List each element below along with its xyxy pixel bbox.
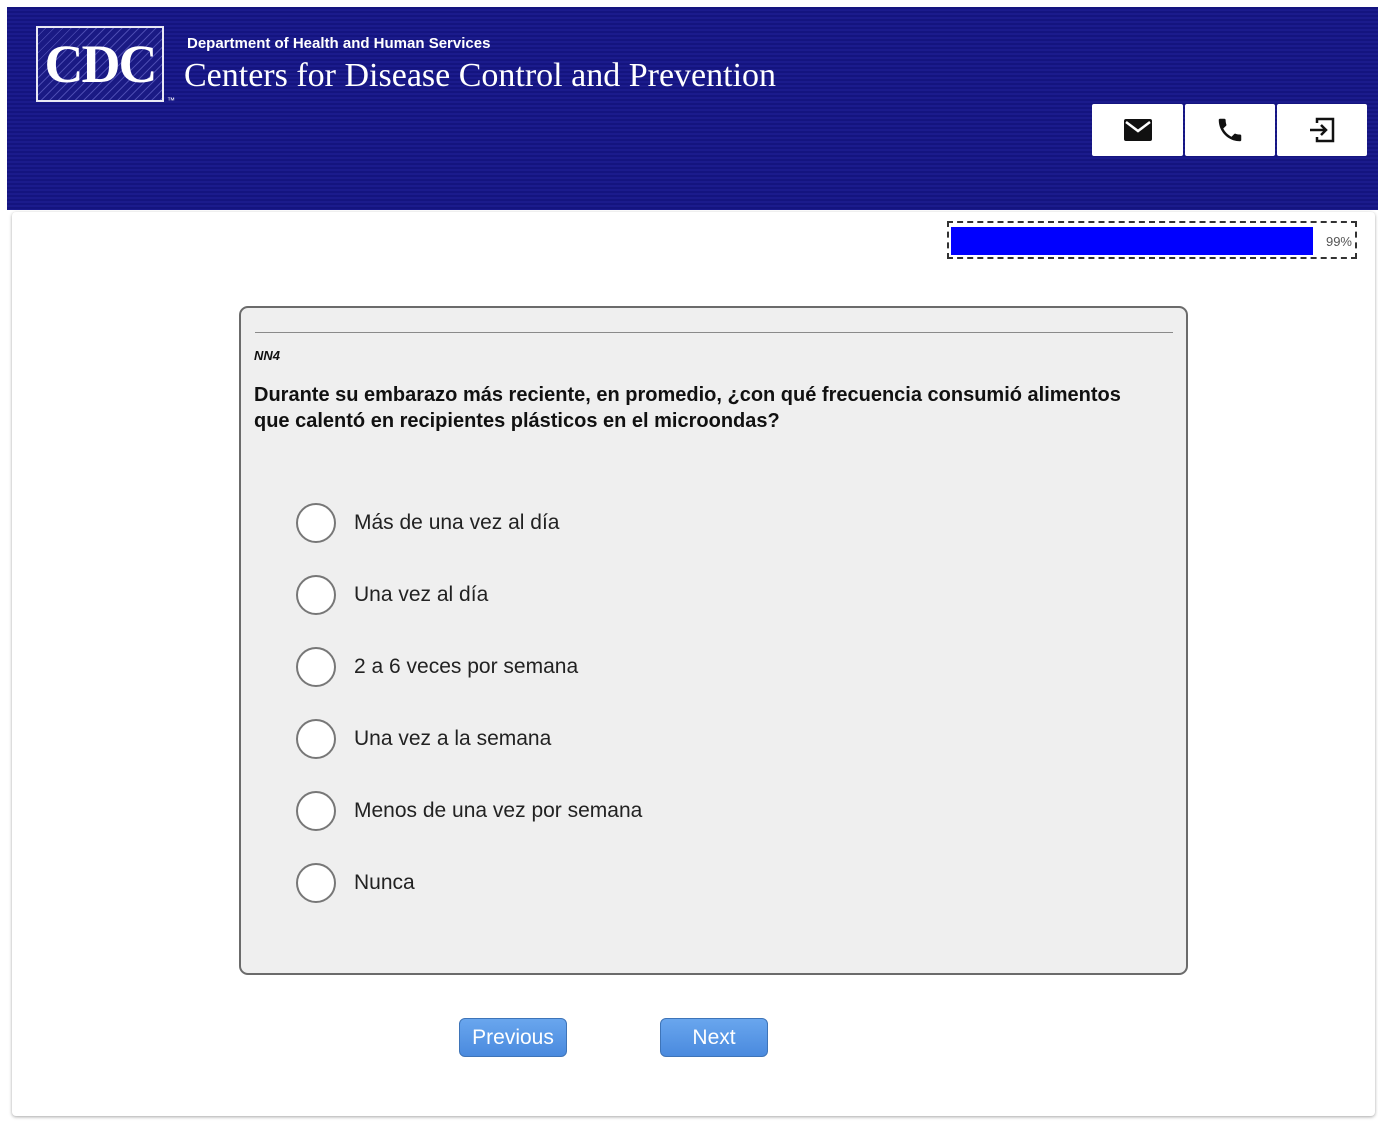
next-button[interactable]: Next bbox=[660, 1018, 768, 1057]
option-label: Una vez a la semana bbox=[354, 727, 552, 750]
option-label: Menos de una vez por semana bbox=[354, 799, 643, 822]
trademark-mark: ™ bbox=[167, 96, 175, 105]
progress-label: 99% bbox=[1325, 234, 1352, 249]
question-box: NN4 Durante su embarazo más reciente, en… bbox=[239, 306, 1188, 975]
option-label: Una vez al día bbox=[354, 583, 489, 606]
answer-option[interactable]: Más de una vez al día bbox=[296, 503, 642, 575]
radio-button[interactable] bbox=[296, 575, 336, 615]
cdc-logo: CDC bbox=[36, 26, 164, 102]
radio-button[interactable] bbox=[296, 719, 336, 759]
answer-option[interactable]: Una vez al día bbox=[296, 575, 642, 647]
agency-name: Centers for Disease Control and Preventi… bbox=[184, 57, 777, 94]
cdc-logo-text: CDC bbox=[44, 34, 158, 94]
phone-icon bbox=[1218, 118, 1242, 142]
answer-option[interactable]: Una vez a la semana bbox=[296, 719, 642, 791]
radio-button[interactable] bbox=[296, 791, 336, 831]
option-label: Más de una vez al día bbox=[354, 511, 560, 534]
answer-option[interactable]: Menos de una vez por semana bbox=[296, 791, 642, 863]
radio-button[interactable] bbox=[296, 647, 336, 687]
radio-button[interactable] bbox=[296, 503, 336, 543]
email-button[interactable] bbox=[1092, 104, 1183, 156]
progress-fill bbox=[951, 227, 1313, 255]
site-header: CDC ™ Department of Health and Human Ser… bbox=[7, 7, 1378, 210]
option-label: 2 a 6 veces por semana bbox=[354, 655, 579, 678]
option-label: Nunca bbox=[354, 871, 415, 894]
answer-options: Más de una vez al día Una vez al día 2 a… bbox=[296, 503, 642, 935]
header-action-buttons bbox=[1092, 104, 1367, 156]
previous-button[interactable]: Previous bbox=[459, 1018, 567, 1057]
answer-option[interactable]: 2 a 6 veces por semana bbox=[296, 647, 642, 719]
radio-button[interactable] bbox=[296, 863, 336, 903]
answer-option[interactable]: Nunca bbox=[296, 863, 642, 935]
progress-bar: 99% bbox=[947, 221, 1357, 259]
divider bbox=[255, 332, 1173, 333]
mail-icon bbox=[1123, 119, 1152, 141]
question-text: Durante su embarazo más reciente, en pro… bbox=[254, 384, 1121, 432]
question-id: NN4 bbox=[254, 348, 281, 363]
phone-button[interactable] bbox=[1185, 104, 1275, 156]
exit-button[interactable] bbox=[1277, 104, 1367, 156]
department-name: Department of Health and Human Services bbox=[187, 35, 491, 52]
exit-icon bbox=[1310, 117, 1335, 143]
